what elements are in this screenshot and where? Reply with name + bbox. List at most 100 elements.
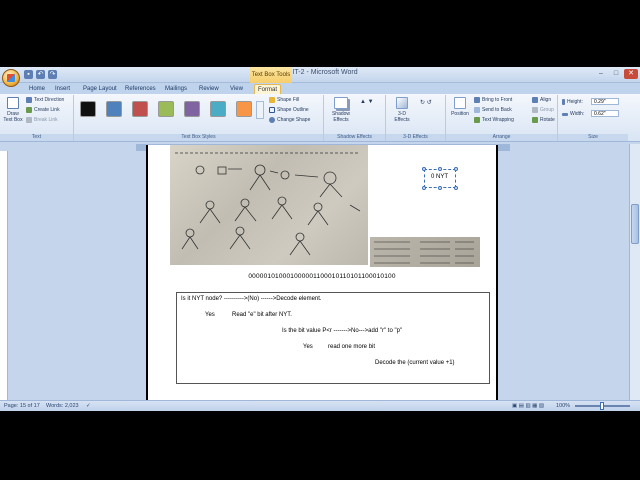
word-window: ▪ ↶ ↷ UNIT-2 - Microsoft Word Text Box T… <box>0 67 640 411</box>
height-input[interactable]: 0.29" <box>591 98 619 105</box>
view-buttons[interactable]: ▣ ▤ ▥ ▦ ▧ <box>512 403 544 409</box>
page-count[interactable]: Page: 15 of 17 <box>4 403 40 409</box>
styles-more-icon[interactable] <box>256 101 264 119</box>
status-bar: Page: 15 of 17 Words: 2,023 ✓ ▣ ▤ ▥ ▦ ▧ … <box>0 400 640 411</box>
tab-format[interactable]: Format <box>254 84 282 94</box>
zoom-level[interactable]: 100% <box>556 403 570 409</box>
text-group-label: Text <box>0 134 73 141</box>
word-count[interactable]: Words: 2,023 <box>46 403 79 409</box>
bit-string: 000001010001000001100010110101100010100 <box>248 273 396 280</box>
tab-references[interactable]: References <box>122 84 159 94</box>
style-swatch[interactable] <box>132 101 148 117</box>
close-button[interactable]: ✕ <box>624 69 638 79</box>
rotate-button[interactable]: Rotate <box>532 117 555 123</box>
height-label: Height: <box>562 99 583 105</box>
tab-insert[interactable]: Insert <box>52 84 73 94</box>
paint-bucket-icon <box>269 97 275 103</box>
rotate-icon <box>532 117 538 123</box>
styles-group-label: Text Box Styles <box>74 134 323 141</box>
style-swatch[interactable] <box>80 101 96 117</box>
3d-effects-button[interactable]: 3-D Effects <box>390 97 414 123</box>
window-title: UNIT-2 - Microsoft Word <box>282 69 358 76</box>
group-icon <box>532 107 538 113</box>
shadow-effects-group: Shadow Effects ▲ ▼ Shadow Effects <box>324 95 386 141</box>
nudge-shadow-icon[interactable]: ▲ ▼ <box>360 99 374 105</box>
send-back-icon <box>474 107 480 113</box>
office-button[interactable] <box>2 69 20 87</box>
group-button[interactable]: Group <box>532 107 554 113</box>
minimize-button[interactable]: – <box>594 69 608 79</box>
handwritten-steps-sketch <box>374 241 474 264</box>
tab-page-layout[interactable]: Page Layout <box>80 84 120 94</box>
style-swatch[interactable] <box>236 101 252 117</box>
text-direction-button[interactable]: Text Direction <box>26 97 64 103</box>
tilt-icon[interactable]: ↻ ↺ <box>420 99 432 106</box>
text-wrapping-button[interactable]: Text Wrapping <box>474 117 514 123</box>
proofing-icon[interactable]: ✓ <box>86 403 91 409</box>
ribbon-tabs: Home Insert Page Layout References Maili… <box>0 83 640 94</box>
tab-home[interactable]: Home <box>26 84 48 94</box>
right-margin-marker <box>497 145 509 150</box>
selected-text-box[interactable]: 0 NYT <box>422 167 458 190</box>
shadow-effects-button[interactable]: Shadow Effects <box>328 97 354 123</box>
resize-handle[interactable] <box>438 167 442 171</box>
3d-group-label: 3-D Effects <box>386 134 445 141</box>
scroll-thumb[interactable] <box>631 204 639 244</box>
resize-handle[interactable] <box>422 186 426 190</box>
flow-yes-1: Yes <box>205 312 215 318</box>
align-button[interactable]: Align <box>532 97 551 103</box>
window-controls: – □ ✕ <box>594 69 638 79</box>
text-box-content[interactable]: 0 NYT <box>431 174 448 180</box>
size-group: Height: 0.29" Width: 0.62" Size <box>558 95 628 141</box>
decode-flow-box[interactable]: Is it NYT node? ---------->(No) ------>D… <box>176 292 490 384</box>
style-swatch[interactable] <box>158 101 174 117</box>
flow-read-more: read one more bit <box>328 344 376 350</box>
ribbon: Draw Text Box Text Direction Create Link… <box>0 94 640 142</box>
create-link-button[interactable]: Create Link <box>26 107 60 113</box>
handwritten-tree-sketch <box>175 152 361 256</box>
title-bar: ▪ ↶ ↷ UNIT-2 - Microsoft Word Text Box T… <box>0 67 640 87</box>
resize-handle[interactable] <box>438 186 442 190</box>
shape-fill-button[interactable]: Shape Fill <box>269 97 299 103</box>
text-direction-icon <box>26 97 32 103</box>
shadow-icon <box>334 97 348 109</box>
text-box-icon <box>7 97 19 109</box>
vertical-scrollbar[interactable] <box>629 144 640 400</box>
arrange-group-label: Arrange <box>446 134 557 141</box>
maximize-button[interactable]: □ <box>609 69 623 79</box>
context-tab-label: Text Box Tools <box>250 67 292 83</box>
resize-handle[interactable] <box>422 167 426 171</box>
pen-icon <box>269 107 275 113</box>
document-page[interactable]: 0 NYT 0000010100010000011000101101011000… <box>146 145 498 403</box>
3d-effects-group: 3-D Effects ↻ ↺ 3-D Effects <box>386 95 446 141</box>
resize-handle[interactable] <box>454 167 458 171</box>
style-swatch[interactable] <box>210 101 226 117</box>
flow-line-3: Is the bit value P<r ------->No--->add "… <box>282 328 403 334</box>
text-box-styles-group: Shape Fill Shape Outline Change Shape Te… <box>74 95 324 141</box>
change-shape-button[interactable]: Change Shape <box>269 117 310 123</box>
shape-outline-button[interactable]: Shape Outline <box>269 107 309 113</box>
style-swatch[interactable] <box>106 101 122 117</box>
draw-text-box-button[interactable]: Draw Text Box <box>2 97 24 123</box>
link-icon <box>26 107 32 113</box>
flow-line-1: Is it NYT node? ---------->(No) ------>D… <box>181 296 322 302</box>
width-icon <box>562 112 568 116</box>
tab-mailings[interactable]: Mailings <box>162 84 190 94</box>
break-link-icon <box>26 117 32 123</box>
shape-icon <box>269 117 275 123</box>
send-to-back-button[interactable]: Send to Back <box>474 107 512 113</box>
bring-to-front-button[interactable]: Bring to Front <box>474 97 512 103</box>
office-logo-icon <box>7 74 15 82</box>
vertical-ruler[interactable] <box>0 151 8 401</box>
position-button[interactable]: Position <box>449 97 471 117</box>
height-icon <box>562 99 565 105</box>
resize-handle[interactable] <box>454 186 458 190</box>
tab-review[interactable]: Review <box>196 84 222 94</box>
style-swatch[interactable] <box>184 101 200 117</box>
flow-read-bit: Read "e" bit after NYT. <box>232 312 292 318</box>
break-link-button[interactable]: Break Link <box>26 117 58 123</box>
zoom-slider-knob[interactable] <box>600 402 604 410</box>
tab-view[interactable]: View <box>227 84 246 94</box>
wrap-icon <box>474 117 480 123</box>
width-input[interactable]: 0.62" <box>591 110 619 117</box>
